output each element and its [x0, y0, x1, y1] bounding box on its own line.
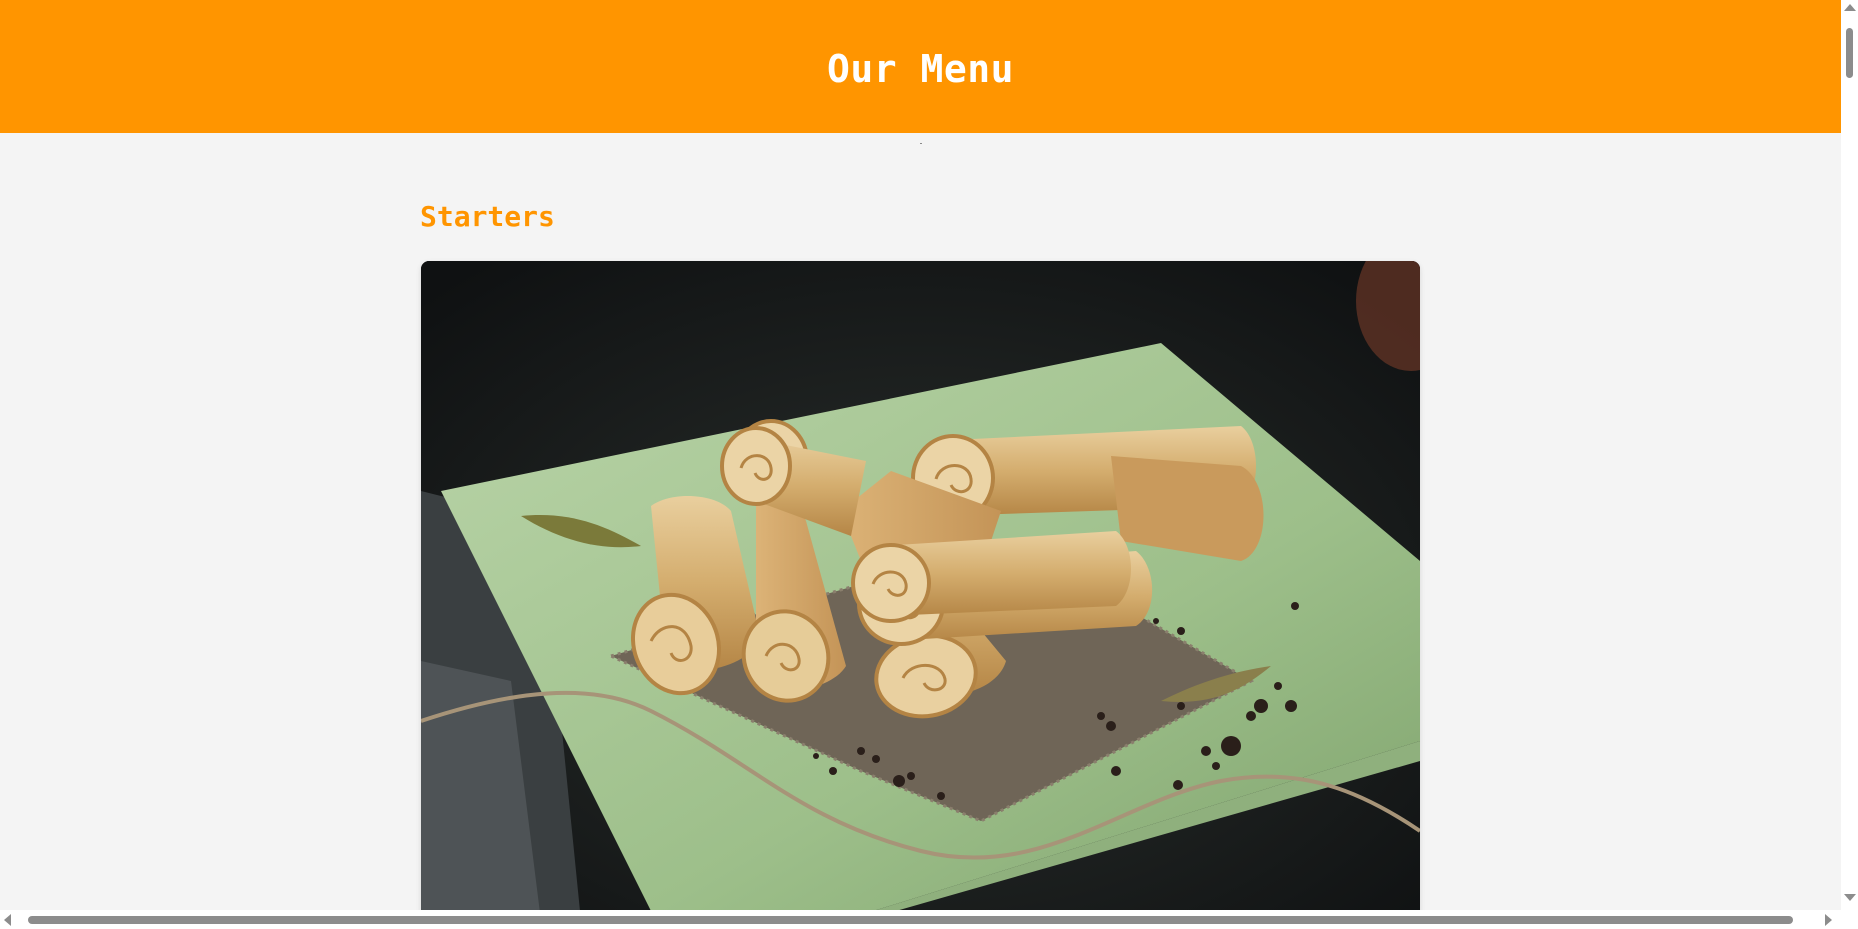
horizontal-scrollbar[interactable] — [0, 910, 1841, 929]
section-title-starters: Starters — [420, 200, 555, 233]
page-viewport: Our Menu Starters — [0, 0, 1841, 910]
divider-dot — [920, 143, 922, 144]
scroll-right-arrow-icon[interactable] — [1825, 914, 1832, 926]
vertical-scrollbar[interactable] — [1841, 0, 1858, 910]
vertical-scroll-thumb[interactable] — [1846, 28, 1853, 78]
scrollbar-corner — [1841, 910, 1858, 929]
site-header: Our Menu — [0, 0, 1841, 133]
scroll-down-arrow-icon[interactable] — [1844, 894, 1856, 901]
page-title: Our Menu — [826, 46, 1015, 91]
crepe-rolls-photo — [421, 261, 1420, 910]
starter-dish-image — [421, 261, 1420, 910]
horizontal-scroll-thumb[interactable] — [28, 916, 1793, 924]
scroll-left-arrow-icon[interactable] — [4, 914, 11, 926]
scroll-up-arrow-icon[interactable] — [1844, 4, 1856, 11]
